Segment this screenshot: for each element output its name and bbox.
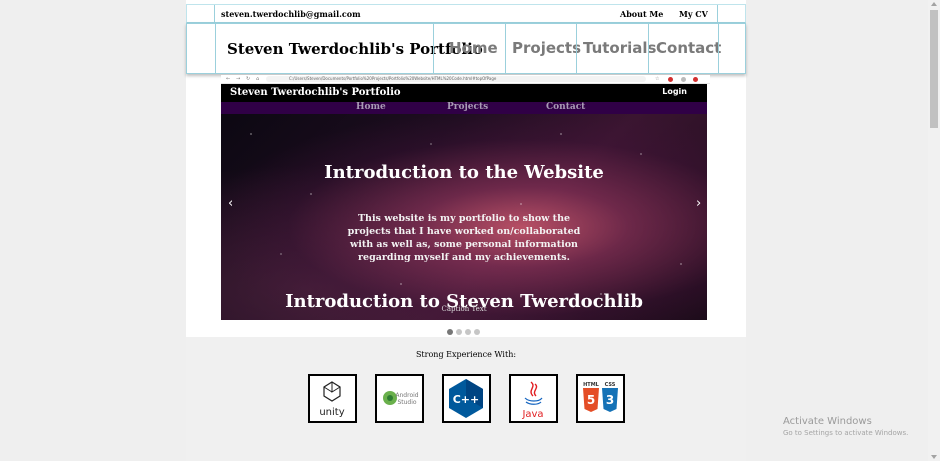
slide-browser-chrome: ← → ↻ ⌂ C:/Users/Steven/Documents/Portfo… (221, 75, 710, 84)
top-bar-left-cell (187, 5, 215, 23)
header-divider (215, 24, 216, 73)
css-logo-text: CSS (605, 382, 616, 388)
html-css-logo-tile: HTML 5 CSS 3 (576, 374, 625, 423)
header-divider (433, 24, 434, 73)
cpp-logo-text: C++ (453, 393, 480, 406)
nav-contact[interactable]: Contact (656, 39, 721, 57)
java-icon: Java (521, 381, 544, 420)
activate-windows-title: Activate Windows (783, 416, 872, 427)
html5-css3-icon: HTML 5 CSS 3 (583, 382, 618, 412)
svg-text:Studio: Studio (397, 399, 416, 406)
cpp-icon: C++ (449, 379, 483, 418)
svg-text:5: 5 (587, 393, 595, 407)
scroll-thumb[interactable] (930, 10, 938, 128)
star-icon: ☆ (655, 76, 660, 82)
nav-projects[interactable]: Projects (512, 39, 581, 57)
cpp-logo-tile: C++ (442, 374, 491, 423)
back-arrow-icon: ← (226, 76, 231, 82)
java-logo-text: Java (521, 409, 543, 420)
my-cv-link[interactable]: My CV (679, 9, 708, 19)
header-divider (718, 24, 719, 73)
carousel-prev-button[interactable]: ‹ (228, 196, 233, 211)
carousel-slide[interactable]: Steven Twerdochlib's Portfolio Login Hom… (221, 84, 707, 320)
slide-site-brand: Steven Twerdochlib's Portfolio (230, 87, 401, 98)
activate-windows-subtitle: Go to Settings to activate Windows. (783, 429, 909, 437)
vertical-scrollbar[interactable] (928, 0, 940, 461)
header-divider (576, 24, 577, 73)
forward-arrow-icon: → (236, 76, 241, 82)
carousel-dot[interactable] (465, 329, 471, 335)
carousel-dot[interactable] (456, 329, 462, 335)
unity-icon: unity (319, 381, 345, 418)
reload-icon: ↻ (246, 76, 251, 82)
extension-icon (668, 77, 673, 82)
carousel-next-button[interactable]: › (696, 196, 701, 211)
slide-login-text: Login (662, 87, 687, 96)
top-bar-right-cell (717, 5, 745, 23)
header-divider (648, 24, 649, 73)
java-logo-tile: Java (509, 374, 558, 423)
slide-nav-home: Home (356, 102, 386, 112)
carousel-dot[interactable] (447, 329, 453, 335)
slide-caption: Caption Text (441, 305, 487, 313)
home-icon: ⌂ (256, 76, 260, 82)
slide-paragraph: This website is my portfolio to show the… (347, 213, 581, 263)
html-logo-text: HTML (583, 382, 600, 388)
scroll-up-icon[interactable] (931, 2, 937, 6)
nav-tutorials[interactable]: Tutorials (583, 39, 656, 57)
extension-icon (681, 77, 686, 82)
top-bar: steven.twerdochlib@gmail.com About Me My… (186, 4, 746, 23)
unity-logo-text: unity (319, 407, 344, 418)
experience-label: Strong Experience With: (415, 350, 517, 359)
nav-home[interactable]: Home (449, 39, 498, 57)
slide-hero-image: Introduction to the Website This website… (221, 114, 707, 320)
carousel-indicators (447, 320, 483, 339)
site-title[interactable]: Steven Twerdochlib's Portfolio (227, 40, 483, 58)
slide-nav-bar: Home Projects Contact (221, 102, 707, 114)
slide-heading: Introduction to the Website (324, 162, 604, 183)
slide-url-text: C:/Users/Steven/Documents/Portfolio%20Pr… (289, 76, 497, 81)
header-divider (505, 24, 506, 73)
about-me-link[interactable]: About Me (620, 9, 663, 19)
extension-icon (693, 77, 698, 82)
site-header: Steven Twerdochlib's Portfolio Home Proj… (186, 23, 746, 74)
slide-nav-projects: Projects (447, 102, 489, 112)
unity-logo-tile: unity (308, 374, 357, 423)
carousel-dot[interactable] (474, 329, 480, 335)
android-studio-logo-tile: Android Studio (375, 374, 424, 423)
slide-nav-contact: Contact (546, 102, 586, 112)
svg-text:Android: Android (395, 392, 418, 399)
svg-text:3: 3 (606, 393, 614, 407)
android-studio-icon: Android Studio (383, 391, 419, 406)
scroll-down-icon[interactable] (931, 455, 937, 459)
email-link[interactable]: steven.twerdochlib@gmail.com (221, 9, 361, 19)
